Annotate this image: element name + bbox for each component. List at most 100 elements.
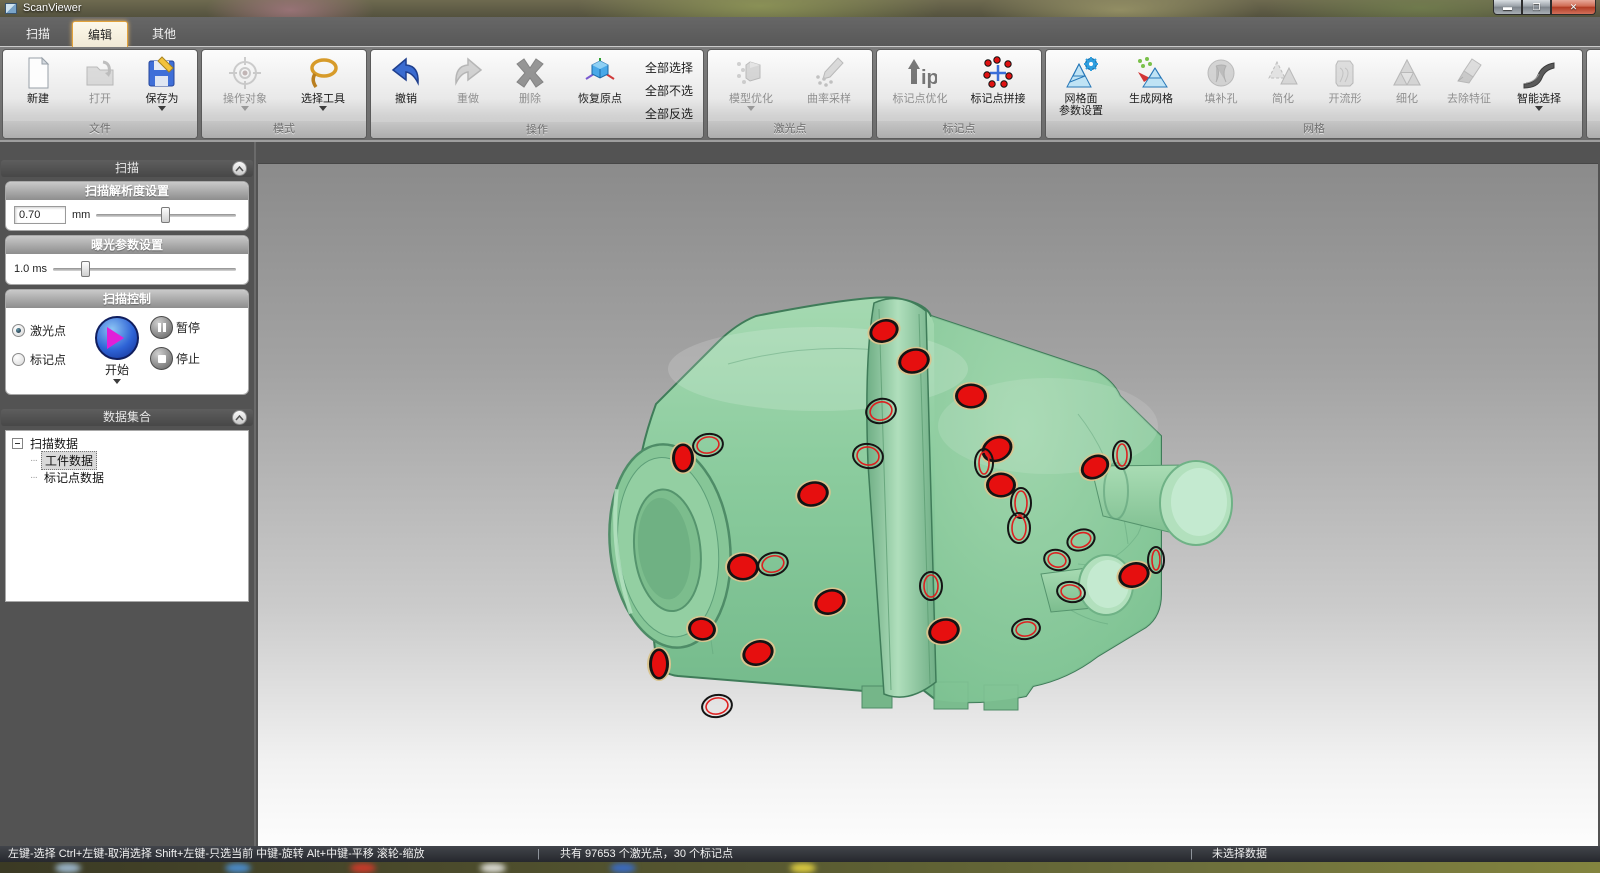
maximize-button[interactable]: ❐ — [1522, 0, 1551, 15]
refine-button[interactable]: 细化 — [1378, 53, 1436, 105]
pause-button[interactable]: 暂停 — [150, 316, 200, 339]
radio-label: 激光点 — [30, 322, 66, 339]
ribbon-group-file: 新建 打开 保存为 文件 — [2, 49, 198, 139]
dropdown-arrow-icon[interactable] — [113, 379, 121, 388]
radio-dot-icon[interactable] — [12, 353, 25, 366]
open-button[interactable]: 打开 — [71, 53, 129, 105]
curvature-sample-button[interactable]: 曲率采样 — [792, 53, 866, 105]
ribbon-group-laser-point: 模型优化 曲率采样 激光点 — [707, 49, 873, 139]
play-icon — [107, 327, 135, 349]
dropdown-arrow-icon[interactable] — [1535, 106, 1543, 115]
set-rotation-center-button[interactable]: 设置 旋转中心 — [1593, 53, 1600, 117]
radio-marker-point[interactable]: 标记点 — [12, 351, 84, 368]
tab-edit[interactable]: 编辑 — [72, 21, 128, 47]
fill-hole-button[interactable]: 填补孔 — [1192, 53, 1250, 105]
start-button[interactable] — [95, 316, 139, 360]
generate-mesh-icon — [1133, 55, 1169, 91]
ribbon-group-caption: 网格 — [1046, 121, 1582, 138]
generate-mesh-button[interactable]: 生成网格 — [1114, 53, 1188, 105]
button-label: 细化 — [1396, 93, 1418, 105]
pause-icon — [150, 316, 173, 339]
ribbon-group-caption: 操作 — [371, 122, 703, 138]
taskbar-icon-blob — [480, 863, 506, 873]
marker-point[interactable] — [670, 442, 696, 474]
pause-label: 暂停 — [176, 319, 200, 336]
marker-optimize-button[interactable]: ip 标记点优化 — [883, 53, 957, 105]
marker-point[interactable] — [725, 552, 761, 582]
status-separator: | — [1190, 846, 1193, 862]
marker-point[interactable] — [953, 382, 989, 410]
close-button[interactable]: ✕ — [1551, 0, 1596, 15]
exposure-slider[interactable] — [53, 260, 240, 278]
button-label: 标记点拼接 — [971, 93, 1026, 105]
simplify-button[interactable]: 简化 — [1254, 53, 1312, 105]
button-label: 操作对象 — [223, 93, 267, 105]
resolution-input[interactable] — [14, 206, 66, 224]
smart-select-button[interactable]: 智能选择 — [1502, 53, 1576, 115]
tree-label: 扫描数据 — [27, 435, 81, 452]
scanned-model[interactable] — [600, 297, 1232, 719]
marker-point[interactable] — [700, 693, 733, 720]
tree-item-marker-data[interactable]: ··· 标记点数据 — [8, 469, 246, 486]
tab-scan[interactable]: 扫描 — [10, 21, 66, 47]
undo-button[interactable]: 撤销 — [377, 53, 435, 105]
marker-stitch-button[interactable]: 标记点拼接 — [961, 53, 1035, 105]
dropdown-arrow-icon[interactable] — [319, 106, 327, 115]
status-bar: 左键-选择 Ctrl+左键-取消选择 Shift+左键-只选当前 中键-旋转 A… — [0, 846, 1600, 862]
radio-laser-point[interactable]: 激光点 — [12, 322, 84, 339]
status-counts: 共有 97653 个激光点，30 个标记点 — [560, 846, 733, 862]
save-as-button[interactable]: 保存为 — [133, 53, 191, 115]
ribbon-group-caption: 激光点 — [708, 121, 872, 138]
resolution-slider[interactable] — [96, 206, 240, 224]
redo-button[interactable]: 重做 — [439, 53, 497, 105]
button-label: 标记点优化 — [893, 93, 948, 105]
status-separator: | — [537, 846, 540, 862]
smart-select-icon — [1521, 55, 1557, 91]
tree-root-scan-data[interactable]: 扫描数据 — [8, 435, 246, 452]
radio-dot-icon[interactable] — [12, 324, 25, 337]
invert-selection-button[interactable]: 全部反选 — [641, 105, 697, 122]
button-label: 网格面 参数设置 — [1059, 93, 1103, 117]
mesh-settings-button[interactable]: 网格面 参数设置 — [1052, 53, 1110, 117]
tree-item-workpiece-data[interactable]: ··· 工件数据 — [8, 452, 246, 469]
button-label: 曲率采样 — [807, 93, 851, 105]
restore-origin-button[interactable]: 恢复原点 — [563, 53, 637, 105]
minimize-button[interactable]: ▬ — [1493, 0, 1522, 15]
collapse-chevron-icon[interactable] — [232, 161, 247, 176]
delete-button[interactable]: 删除 — [501, 53, 559, 105]
select-tool-button[interactable]: 选择工具 — [286, 53, 360, 115]
slider-handle[interactable] — [81, 261, 90, 277]
mesh-settings-icon — [1063, 55, 1099, 91]
taskbar-icon-blob — [55, 863, 81, 873]
redo-arrow-icon — [450, 55, 486, 91]
data-panel-title: 数据集合 — [103, 410, 151, 424]
select-all-button[interactable]: 全部选择 — [641, 59, 697, 76]
button-label: 打开 — [89, 93, 111, 105]
open-manifold-button[interactable]: 开流形 — [1316, 53, 1374, 105]
operation-object-button[interactable]: 操作对象 — [208, 53, 282, 115]
button-label: 生成网格 — [1129, 93, 1173, 105]
scan-panel-header[interactable]: 扫描 — [1, 160, 253, 177]
marker-point[interactable] — [647, 647, 671, 681]
remove-feature-button[interactable]: 去除特征 — [1440, 53, 1498, 105]
viewport-3d[interactable] — [258, 163, 1598, 846]
button-label: 填补孔 — [1205, 93, 1238, 105]
dropdown-arrow-icon[interactable] — [747, 106, 755, 115]
tree-collapse-icon[interactable] — [12, 438, 23, 449]
tab-other[interactable]: 其他 — [136, 21, 192, 47]
data-tree: 扫描数据 ··· 工件数据 ··· 标记点数据 — [5, 430, 249, 602]
data-panel-header[interactable]: 数据集合 — [1, 409, 253, 426]
deselect-all-button[interactable]: 全部不选 — [641, 82, 697, 99]
axis-cube-icon — [582, 55, 618, 91]
stop-button[interactable]: 停止 — [150, 347, 200, 370]
dropdown-arrow-icon[interactable] — [241, 106, 249, 115]
slider-handle[interactable] — [161, 207, 170, 223]
manifold-icon — [1327, 55, 1363, 91]
new-button[interactable]: 新建 — [9, 53, 67, 105]
dropdown-arrow-icon[interactable] — [158, 106, 166, 115]
ribbon-group-caption: 模式 — [202, 121, 366, 138]
collapse-chevron-icon[interactable] — [232, 410, 247, 425]
lasso-icon — [305, 55, 341, 91]
button-label: 智能选择 — [1517, 93, 1561, 105]
model-optimize-button[interactable]: 模型优化 — [714, 53, 788, 115]
